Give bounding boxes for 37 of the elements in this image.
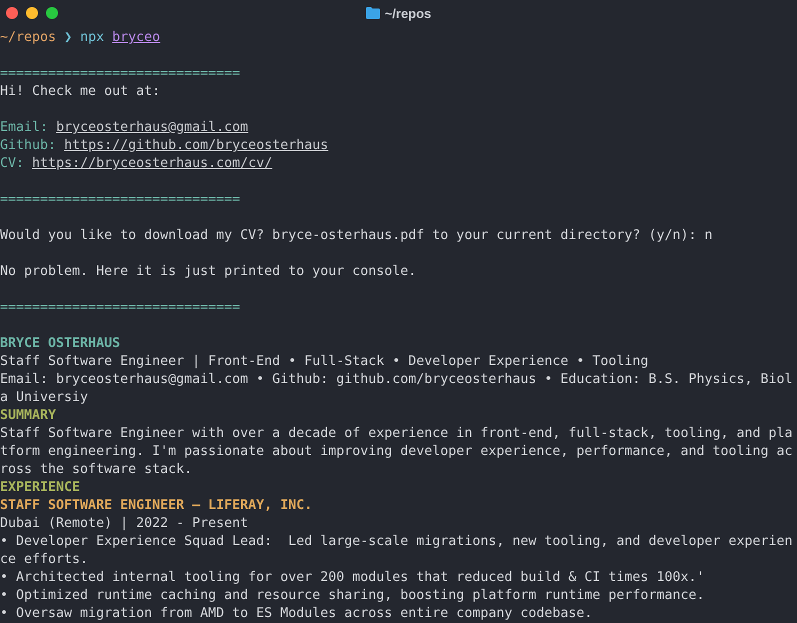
output-text: Email: bryceosterhaus@gmail.com • Github: github.com/bryceosterhaus • Education: B.S. Physics, Biol bbox=[0, 372, 793, 387]
folder-icon bbox=[366, 7, 380, 19]
prompt-symbol: ❯ bbox=[64, 30, 72, 45]
output-text: tform engineering. I'm passionate about improving developer experience, performance, and tooling ac bbox=[0, 444, 793, 459]
output-text: • Developer Experience Squad Lead: Led large-scale migrations, new tooling, and developer experien bbox=[0, 534, 793, 549]
command-argument: bryceo bbox=[112, 30, 160, 45]
command-text: npx bbox=[80, 30, 104, 45]
divider-line: ============================== bbox=[0, 192, 240, 207]
output-text: • Optimized runtime caching and resource sharing, boosting platform runtime performance. bbox=[0, 588, 704, 603]
maximize-button[interactable] bbox=[46, 7, 58, 19]
link[interactable]: https://bryceosterhaus.com/cv/ bbox=[32, 156, 272, 171]
output-text: Dubai (Remote) | 2022 - Present bbox=[0, 516, 248, 531]
window-title: ~/repos bbox=[384, 6, 432, 20]
field-label: CV: bbox=[0, 156, 24, 171]
field-label: Github: bbox=[0, 138, 56, 153]
prompt-path: ~/repos bbox=[0, 30, 56, 45]
name-heading: BRYCE OSTERHAUS bbox=[0, 336, 120, 351]
job-title: STAFF SOFTWARE ENGINEER — LIFERAY, INC. bbox=[0, 498, 312, 513]
section-heading: SUMMARY bbox=[0, 408, 56, 423]
link[interactable]: bryceosterhaus@gmail.com bbox=[56, 120, 248, 135]
divider-line: ============================== bbox=[0, 66, 240, 81]
output-text: Staff Software Engineer with over a decade of experience in front-end, full-stack, tooling, and pla bbox=[0, 426, 793, 441]
output-text: • Architected internal tooling for over 200 modules that reduced build & CI times 100x.' bbox=[0, 570, 704, 585]
output-text: Hi! Check me out at: bbox=[0, 84, 160, 99]
minimize-button[interactable] bbox=[26, 7, 38, 19]
output-text: No problem. Here it is just printed to your console. bbox=[0, 264, 416, 279]
output-text: Would you like to download my CV? bryce-osterhaus.pdf to your current directory? (y/n): n bbox=[0, 228, 712, 243]
output-text: ross the software stack. bbox=[0, 462, 192, 477]
link[interactable]: https://github.com/bryceosterhaus bbox=[64, 138, 328, 153]
divider-line: ============================== bbox=[0, 300, 240, 315]
output-text: a Universiy bbox=[0, 390, 88, 405]
output-text: • Oversaw migration from AMD to ES Modules across entire company codebase. bbox=[0, 606, 592, 621]
field-label: Email: bbox=[0, 120, 48, 135]
close-button[interactable] bbox=[6, 7, 18, 19]
output-text: Staff Software Engineer | Front-End • Full-Stack • Developer Experience • Tooling bbox=[0, 354, 648, 369]
section-heading: EXPERIENCE bbox=[0, 480, 80, 495]
output-text: ce efforts. bbox=[0, 552, 88, 567]
